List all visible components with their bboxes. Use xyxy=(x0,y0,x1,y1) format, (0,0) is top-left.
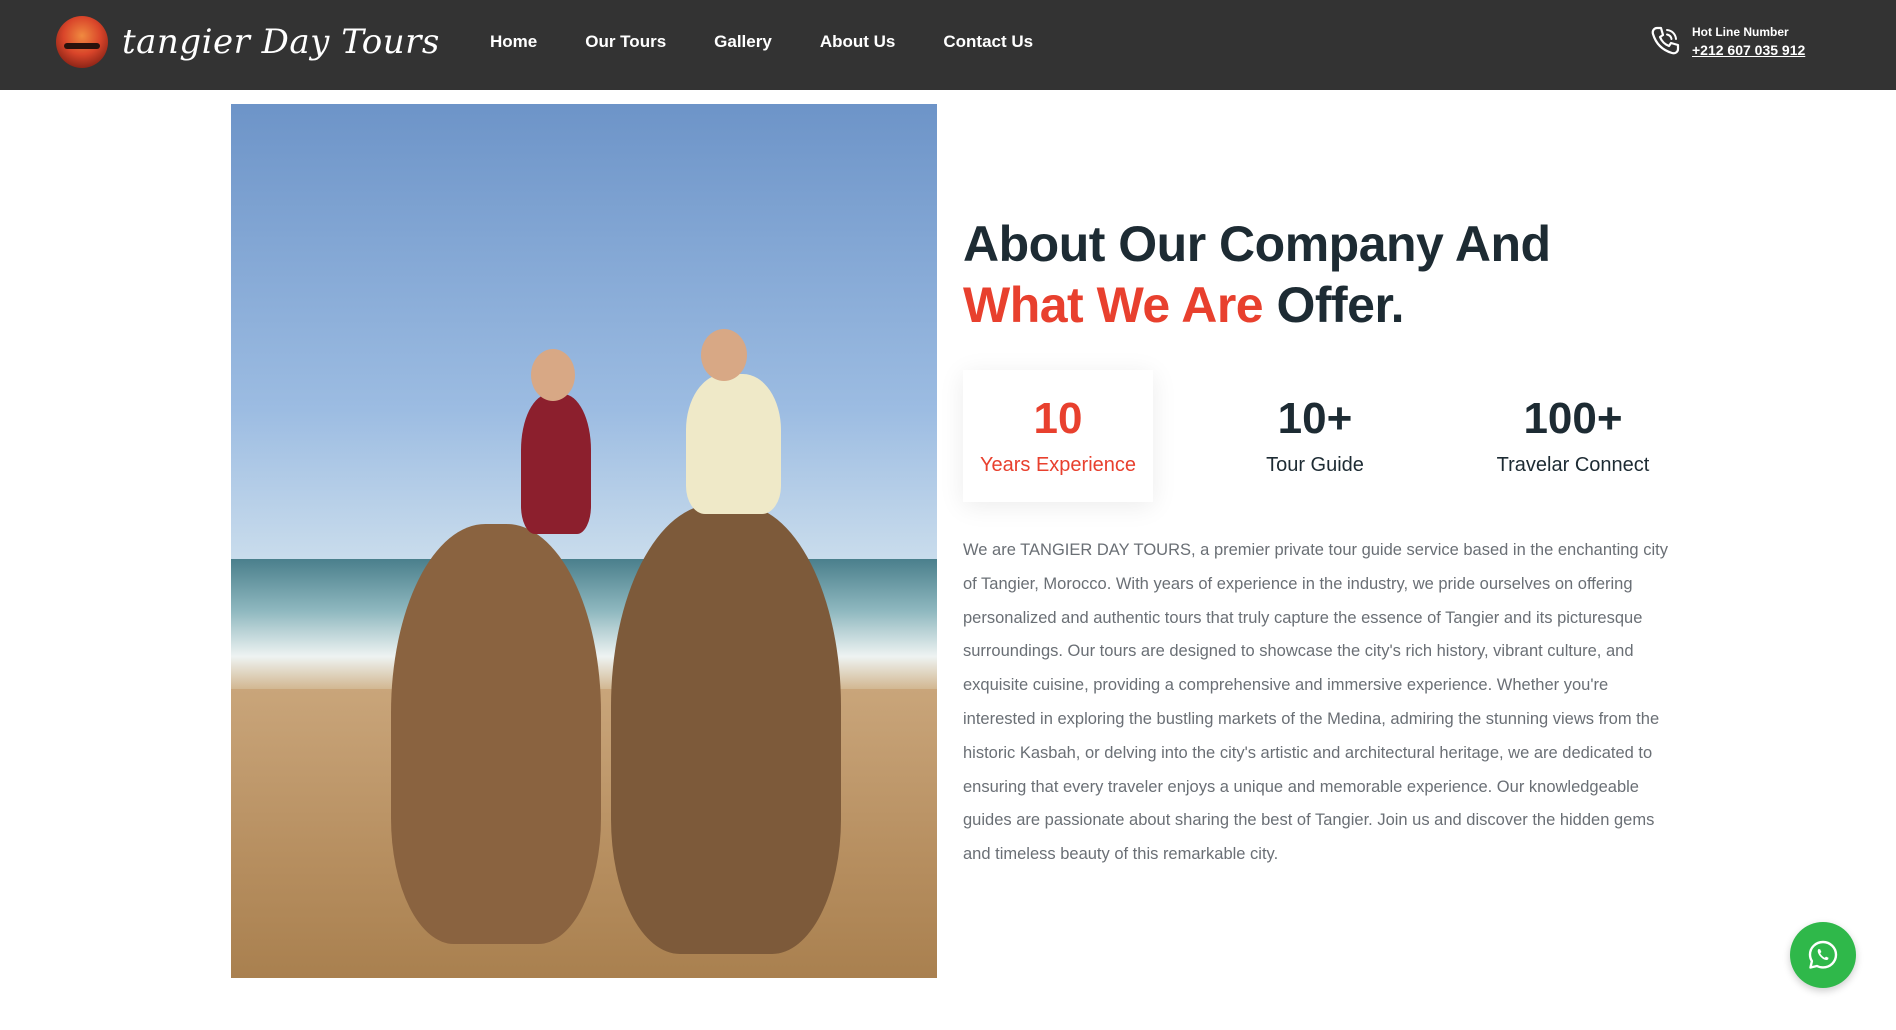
stat-value: 100+ xyxy=(1523,394,1623,443)
stat-label: Years Experience xyxy=(979,454,1137,476)
about-photo xyxy=(231,104,937,978)
logo[interactable]: tangier Day Tours xyxy=(56,16,440,68)
heading-part2: Offer. xyxy=(1263,277,1405,333)
nav-item-home[interactable]: Home xyxy=(490,32,537,52)
nav-item-about-us[interactable]: About Us xyxy=(820,32,896,52)
stat-label: Tour Guide xyxy=(1266,454,1364,476)
nav-item-contact-us[interactable]: Contact Us xyxy=(943,32,1033,52)
logo-mark xyxy=(56,16,108,68)
main-nav: Home Our Tours Gallery About Us Contact … xyxy=(490,32,1033,52)
phone-icon xyxy=(1651,26,1680,55)
photo-camel-left xyxy=(391,524,601,944)
nav-item-gallery[interactable]: Gallery xyxy=(714,32,772,52)
site-header: tangier Day Tours Home Our Tours Gallery… xyxy=(0,0,1896,90)
hotline: Hot Line Number +212 607 035 912 xyxy=(1648,24,1805,58)
photo-rider-right xyxy=(686,374,781,514)
heading-accent: What We Are xyxy=(963,277,1264,333)
stat-value: 10 xyxy=(1033,394,1083,443)
stat-label: Travelar Connect xyxy=(1496,454,1650,476)
photo-camel-right xyxy=(611,504,841,954)
logo-text: tangier Day Tours xyxy=(122,22,440,62)
whatsapp-icon xyxy=(1808,940,1838,969)
heading-part1: About Our Company And xyxy=(963,216,1551,272)
about-description: We are TANGIER DAY TOURS, a premier priv… xyxy=(963,541,1668,864)
stat-tour-guide: 10+ Tour Guide xyxy=(1220,370,1410,502)
stat-years-experience: 10 Years Experience xyxy=(963,370,1153,502)
photo-rider-left xyxy=(521,394,591,534)
whatsapp-button[interactable] xyxy=(1790,922,1856,988)
about-heading: About Our Company And What We Are Offer. xyxy=(963,214,1683,336)
nav-item-our-tours[interactable]: Our Tours xyxy=(585,32,666,52)
hotline-number-link[interactable]: +212 607 035 912 xyxy=(1692,42,1805,58)
photo-rider-left-head xyxy=(531,349,575,401)
hotline-label: Hot Line Number xyxy=(1692,24,1789,39)
photo-rider-right-head xyxy=(701,329,747,381)
stat-value: 10+ xyxy=(1277,394,1353,443)
stat-travelar-connect: 100+ Travelar Connect xyxy=(1478,370,1668,502)
